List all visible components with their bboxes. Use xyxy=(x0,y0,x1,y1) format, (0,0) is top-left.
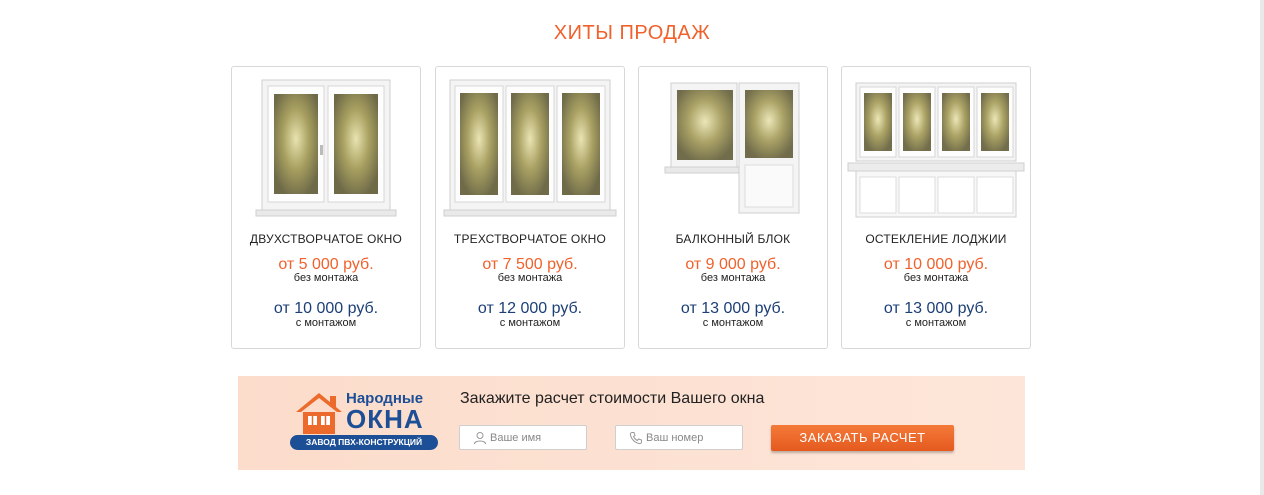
order-calculation-banner: Народные ОКНА ЗАВОД ПВХ-КОНСТРУКЦИЙ Зака… xyxy=(238,376,1025,470)
price-with-install: от 13 000 руб. xyxy=(883,300,989,317)
price-with-install: от 10 000 руб. xyxy=(273,300,379,317)
note-with-install: с монтажом xyxy=(499,317,561,329)
company-logo[interactable]: Народные ОКНА ЗАВОД ПВХ-КОНСТРУКЦИЙ xyxy=(290,388,440,452)
bestsellers-grid: ДВУХСТВОРЧАТОЕ ОКНО от 5 000 руб. без мо… xyxy=(231,66,1031,349)
product-card[interactable]: ДВУХСТВОРЧАТОЕ ОКНО от 5 000 руб. без мо… xyxy=(231,66,421,349)
banner-title: Закажите расчет стоимости Вашего окна xyxy=(460,390,765,407)
product-name: ОСТЕКЛЕНИЕ ЛОДЖИИ xyxy=(865,232,1007,246)
phone-input[interactable] xyxy=(646,426,738,449)
note-without-install: без монтажа xyxy=(293,272,359,284)
note-with-install: с монтажом xyxy=(905,317,967,329)
product-name: БАЛКОННЫЙ БЛОК xyxy=(675,232,791,246)
loggia-glazing-image xyxy=(847,82,1025,218)
user-icon xyxy=(474,432,486,445)
two-sash-window-image xyxy=(255,79,397,217)
section-title: ХИТЫ ПРОДАЖ xyxy=(553,22,711,44)
note-without-install: без монтажа xyxy=(903,272,969,284)
product-name: ДВУХСТВОРЧАТОЕ ОКНО xyxy=(249,232,403,246)
phone-icon xyxy=(629,432,642,445)
product-card[interactable]: ТРЕХСТВОРЧАТОЕ ОКНО от 7 500 руб. без мо… xyxy=(435,66,625,349)
note-with-install: с монтажом xyxy=(702,317,764,329)
price-with-install: от 13 000 руб. xyxy=(680,300,786,317)
name-input[interactable] xyxy=(490,426,582,449)
phone-field[interactable] xyxy=(615,425,743,450)
note-without-install: без монтажа xyxy=(497,272,563,284)
balcony-block-image xyxy=(664,82,800,214)
order-calculation-button[interactable]: ЗАКАЗАТЬ РАСЧЕТ xyxy=(771,425,954,451)
price-with-install: от 12 000 руб. xyxy=(477,300,583,317)
logo-text-main: ОКНА xyxy=(346,404,424,434)
note-without-install: без монтажа xyxy=(700,272,766,284)
three-sash-window-image xyxy=(443,79,617,217)
page-scrollbar[interactable] xyxy=(1260,0,1264,495)
product-name: ТРЕХСТВОРЧАТОЕ ОКНО xyxy=(453,232,607,246)
house-icon xyxy=(296,393,342,434)
product-card[interactable]: БАЛКОННЫЙ БЛОК от 9 000 руб. без монтажа… xyxy=(638,66,828,349)
product-card[interactable]: ОСТЕКЛЕНИЕ ЛОДЖИИ от 10 000 руб. без мон… xyxy=(841,66,1031,349)
note-with-install: с монтажом xyxy=(295,317,357,329)
name-field[interactable] xyxy=(459,425,587,450)
logo-tagline: ЗАВОД ПВХ-КОНСТРУКЦИЙ xyxy=(290,435,438,450)
